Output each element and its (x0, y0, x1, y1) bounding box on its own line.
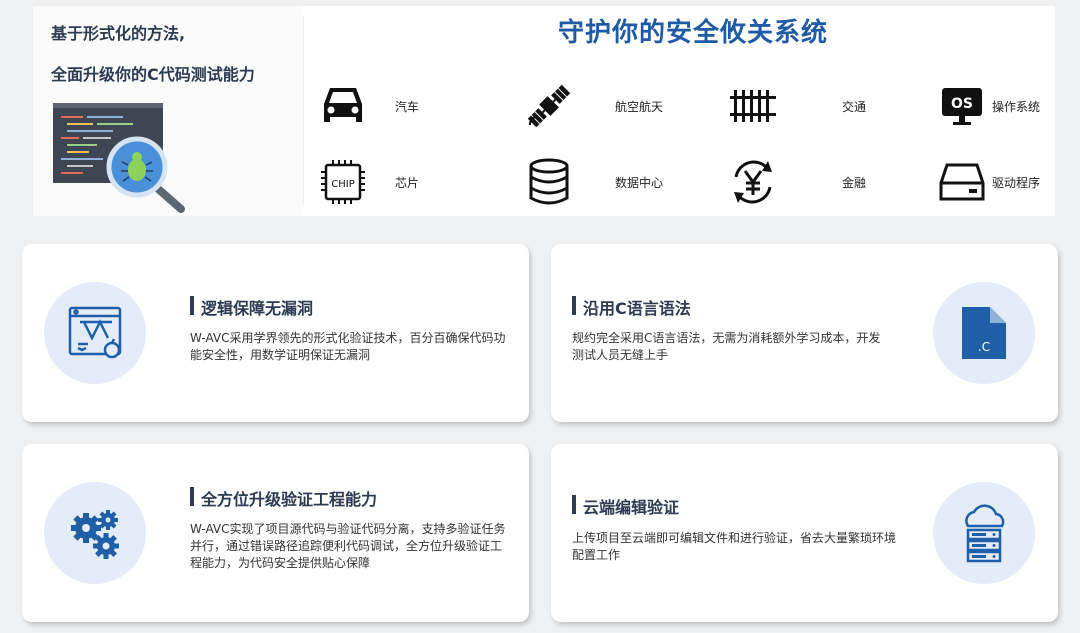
category-car: 汽车 (317, 80, 419, 132)
gears-icon (71, 510, 119, 559)
code-bug-magnifier-icon (53, 103, 185, 213)
card-description: 上传项目至云端即可编辑文件和进行验证，省去大量繁琐环境配置工作 (572, 531, 897, 562)
category-chip: CHIP 芯片 (317, 156, 419, 208)
category-os: OS 操作系统 (936, 80, 1040, 132)
os-text: OS (951, 96, 973, 112)
feature-card-engineering: 全方位升级验证工程能力 W-AVC实现了项目源代码与验证代码分离，支持多验证任务… (22, 444, 529, 622)
category-os-label: 操作系统 (992, 100, 1041, 114)
category-transport-label: 交通 (842, 100, 867, 114)
headline-line2: 全面升级你的C代码测试能力 (51, 65, 255, 84)
category-finance-label: 金融 (842, 176, 867, 190)
feature-card-cloud: 云端编辑验证 上传项目至云端即可编辑文件和进行验证，省去大量繁琐环境配置工作 (551, 444, 1058, 622)
banner-divider (303, 16, 304, 206)
yen-exchange-icon (727, 156, 779, 208)
feature-card-logic: 逻辑保障无漏洞 W-AVC采用学界领先的形式化验证技术，百分百确保代码功能安全性… (22, 244, 529, 422)
card-title: 逻辑保障无漏洞 (190, 295, 313, 319)
c-file-icon: .C (962, 307, 1006, 359)
banner-title: 守护你的安全攸关系统 (557, 18, 828, 48)
satellite-icon (523, 80, 575, 132)
blueprint-icon (68, 306, 122, 359)
category-chip-label: 芯片 (395, 176, 420, 190)
card-description: W-AVC采用学界领先的形式化验证技术，百分百确保代码功能安全性，用数学证明保证… (190, 331, 506, 362)
card-icon-circle (44, 282, 146, 384)
category-car-label: 汽车 (395, 100, 420, 114)
category-driver-label: 驱动程序 (992, 176, 1041, 190)
file-ext-text: .C (978, 340, 990, 354)
railway-track-icon (727, 80, 779, 132)
category-driver: 驱动程序 (936, 156, 1040, 208)
feature-card-c-syntax: 沿用C语言语法 规约完全采用C语言语法，无需为消耗额外学习成本，开发测试人员无缝… (551, 244, 1058, 422)
category-transport: 交通 (727, 80, 866, 132)
card-icon-circle: .C (933, 282, 1035, 384)
cloud-server-icon (965, 504, 1005, 563)
database-icon (523, 156, 575, 208)
category-aerospace: 航空航天 (523, 80, 663, 132)
card-description: W-AVC实现了项目源代码与验证代码分离，支持多验证任务并行，通过错误路径追踪便… (190, 522, 506, 570)
banner-left-panel: 基于形式化的方法, 全面升级你的C代码测试能力 (33, 6, 303, 216)
category-datacenter: 数据中心 (523, 156, 663, 208)
card-title: 云端编辑验证 (572, 494, 679, 518)
card-icon-circle (933, 482, 1035, 584)
category-datacenter-label: 数据中心 (615, 176, 664, 190)
chip-icon: CHIP (317, 156, 369, 208)
card-icon-circle (44, 482, 146, 584)
card-title: 沿用C语言语法 (572, 295, 691, 319)
category-finance: 金融 (727, 156, 866, 208)
hard-drive-icon (936, 156, 988, 208)
headline-line1: 基于形式化的方法, (51, 24, 186, 43)
card-title: 全方位升级验证工程能力 (190, 486, 377, 510)
chip-text: CHIP (331, 179, 354, 190)
card-description: 规约完全采用C语言语法，无需为消耗额外学习成本，开发测试人员无缝上手 (572, 331, 881, 362)
car-icon (317, 80, 369, 132)
os-monitor-icon: OS (936, 80, 988, 132)
category-aerospace-label: 航空航天 (615, 100, 664, 114)
top-banner: 基于形式化的方法, 全面升级你的C代码测试能力 守护你的安全攸关系统 汽车 航空… (33, 6, 1055, 216)
